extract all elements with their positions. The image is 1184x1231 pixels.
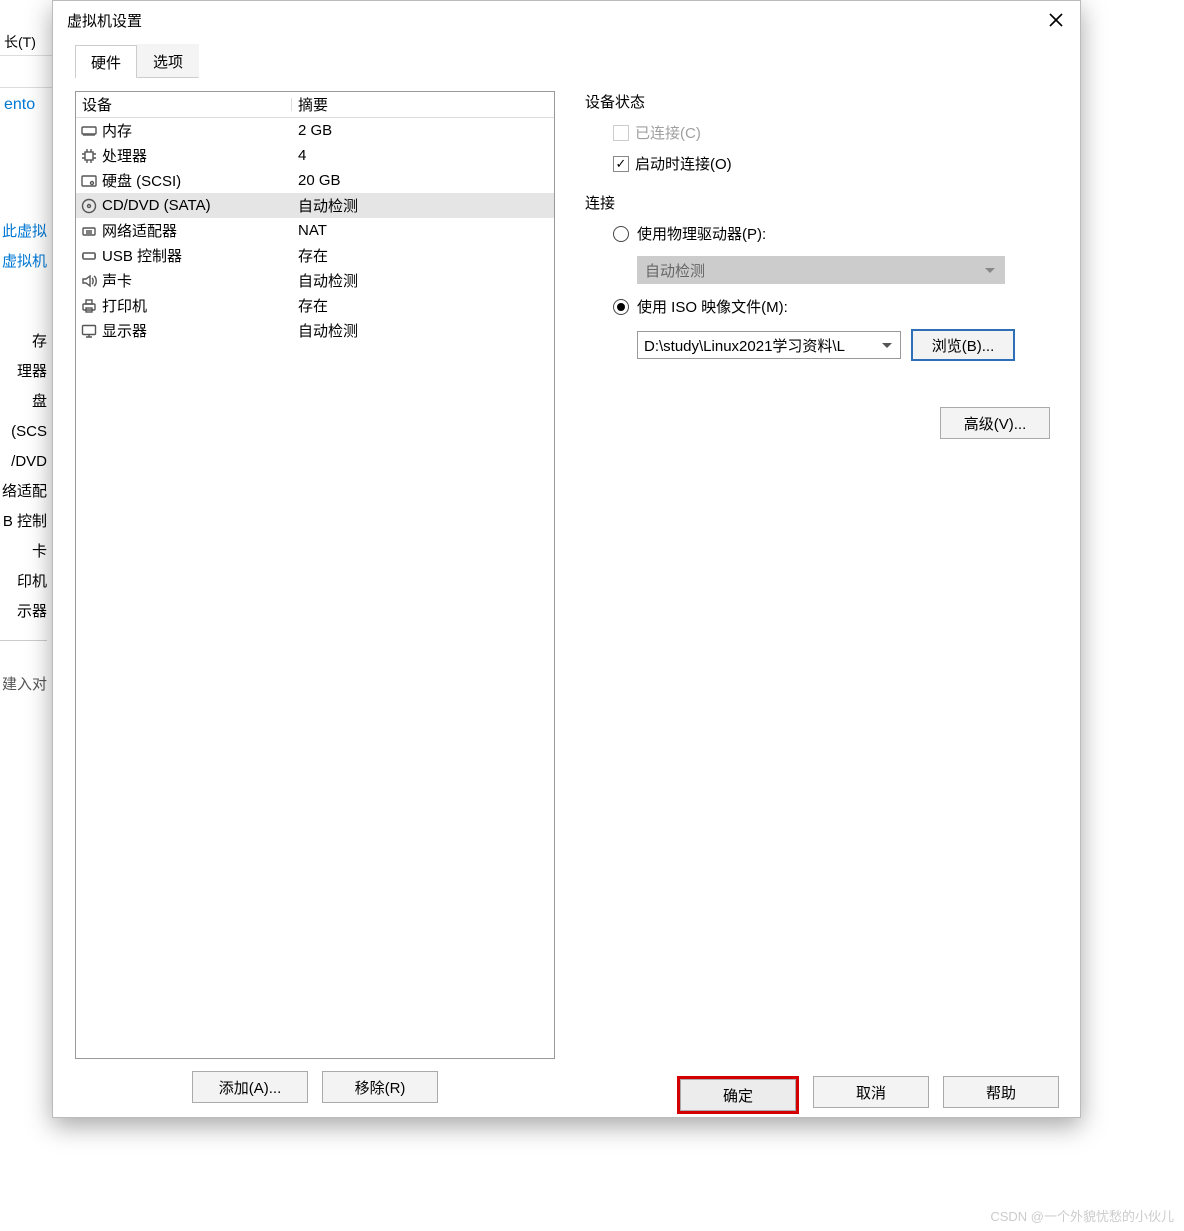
memory-icon [80,122,98,140]
disk-icon [80,172,98,190]
browse-button[interactable]: 浏览(B)... [911,329,1015,361]
checkbox-icon [613,156,629,172]
device-name: 处理器 [102,145,147,166]
use-physical-radio[interactable]: 使用物理驱动器(P): [613,223,1050,244]
bg-side: 存 [0,327,47,357]
checkbox-icon [613,125,629,141]
device-name: 网络适配器 [102,220,177,241]
dialog-title: 虚拟机设置 [67,10,1032,31]
device-summary: 4 [292,147,554,164]
bg-side: B 控制 [0,507,47,537]
device-summary: 自动检测 [292,270,554,291]
cd-icon [80,197,98,215]
bg-side: 印机 [0,567,47,597]
bg-side: 理器 [0,357,47,387]
device-row[interactable]: USB 控制器 存在 [76,243,554,268]
cpu-icon [80,147,98,165]
col-device: 设备 [76,94,292,115]
bg-side: 盘 (SCS [0,387,47,447]
close-button[interactable] [1032,1,1080,39]
device-summary: NAT [292,222,554,239]
device-row[interactable]: 处理器 4 [76,143,554,168]
bg-menu: 长(T) [0,30,52,56]
device-summary: 存在 [292,245,554,266]
device-row[interactable]: 内存 2 GB [76,118,554,143]
bg-instr: 建入对 [0,670,47,700]
device-row[interactable]: 硬盘 (SCSI) 20 GB [76,168,554,193]
display-icon [80,322,98,340]
connection-title: 连接 [585,192,1050,213]
cancel-button[interactable]: 取消 [813,1076,929,1108]
bg-side: /DVD [0,447,47,477]
tab-options[interactable]: 选项 [137,44,199,78]
close-icon [1049,13,1063,27]
printer-icon [80,297,98,315]
iso-path-combo[interactable]: D:\study\Linux2021学习资料\L [637,331,901,359]
device-summary: 2 GB [292,122,554,139]
device-row[interactable]: CD/DVD (SATA) 自动检测 [76,193,554,218]
device-table: 设备 摘要 内存 2 GB 处理器 4 硬盘 (SCSI) 20 GB CD/DVD (SA… [75,91,555,1059]
col-summary: 摘要 [292,94,554,115]
bg-link: 虚拟机 [0,247,47,277]
device-name: CD/DVD (SATA) [102,197,211,214]
usb-icon [80,247,98,265]
connected-checkbox: 已连接(C) [613,122,1050,143]
device-summary: 存在 [292,295,554,316]
bg-link: 此虚拟 [0,217,47,247]
sound-icon [80,272,98,290]
device-name: 硬盘 (SCSI) [102,170,181,191]
device-row[interactable]: 显示器 自动检测 [76,318,554,343]
device-name: 显示器 [102,320,147,341]
device-row[interactable]: 网络适配器 NAT [76,218,554,243]
connected-label: 已连接(C) [635,122,701,143]
tab-hardware[interactable]: 硬件 [75,45,137,78]
connect-at-power-checkbox[interactable]: 启动时连接(O) [613,153,1050,174]
bg-side: 卡 [0,537,47,567]
device-row[interactable]: 声卡 自动检测 [76,268,554,293]
connect-at-power-label: 启动时连接(O) [635,153,732,174]
network-icon [80,222,98,240]
device-summary: 20 GB [292,172,554,189]
bg-side: 示器 [0,597,47,627]
advanced-button[interactable]: 高级(V)... [940,407,1050,439]
use-physical-label: 使用物理驱动器(P): [637,223,766,244]
device-summary: 自动检测 [292,320,554,341]
use-iso-label: 使用 ISO 映像文件(M): [637,296,788,317]
device-name: 打印机 [102,295,147,316]
device-summary: 自动检测 [292,195,554,216]
device-name: USB 控制器 [102,245,182,266]
device-status-title: 设备状态 [585,91,1050,112]
device-name: 内存 [102,120,132,141]
bg-tab: ento [0,92,47,120]
physical-drive-select: 自动检测 [637,256,1005,284]
radio-icon [613,226,629,242]
ok-highlight: 确定 [677,1076,799,1114]
bg-side: 络适配 [0,477,47,507]
bg-toolbar [0,58,52,88]
help-button[interactable]: 帮助 [943,1076,1059,1108]
use-iso-radio[interactable]: 使用 ISO 映像文件(M): [613,296,1050,317]
radio-icon [613,299,629,315]
device-row[interactable]: 打印机 存在 [76,293,554,318]
vm-settings-dialog: 虚拟机设置 硬件 选项 设备 摘要 内存 2 GB 处理器 4 硬盘 (SCSI) 20 … [52,0,1081,1118]
ok-button[interactable]: 确定 [680,1079,796,1111]
device-name: 声卡 [102,270,132,291]
